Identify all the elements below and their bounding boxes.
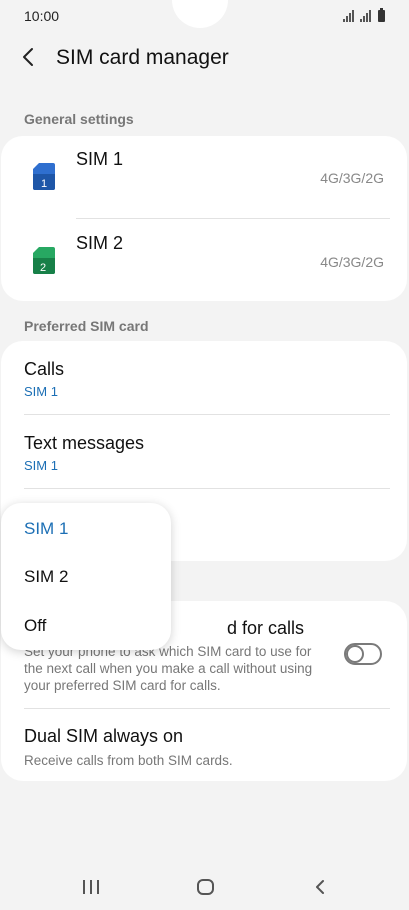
battery-icon — [378, 8, 385, 22]
toggle-knob — [346, 645, 364, 663]
sim-card-1-icon: 1 — [33, 163, 55, 190]
calls-title: Calls — [24, 359, 65, 379]
sim-selection-popup: SIM 1 SIM 2 Off — [1, 503, 171, 650]
signal-icon-2 — [360, 10, 371, 22]
text-messages-value: SIM 1 — [24, 458, 58, 473]
sim-1-network: 4G/3G/2G — [320, 170, 384, 186]
sim-1-name: SIM 1 — [76, 149, 124, 169]
sim-2-name: SIM 2 — [76, 233, 124, 253]
popup-option-sim-2[interactable]: SIM 2 — [1, 552, 171, 601]
calls-value: SIM 1 — [24, 384, 58, 399]
confirm-sim-title: d for calls — [227, 618, 305, 638]
signal-icon — [343, 10, 354, 22]
section-general-label: General settings — [24, 111, 134, 127]
nav-back-button[interactable] — [313, 878, 327, 896]
popup-option-off-label: Off — [24, 616, 47, 635]
recent-apps-button[interactable] — [83, 880, 99, 894]
app-header: SIM card manager — [0, 38, 409, 78]
camera-notch — [172, 0, 228, 28]
confirm-sim-desc-2: the next call when you make a call witho… — [24, 661, 313, 676]
dual-sim-title: Dual SIM always on — [24, 726, 184, 746]
popup-option-sim-2-label: SIM 2 — [24, 567, 69, 586]
page-title: SIM card manager — [56, 46, 229, 69]
sim-2-row[interactable]: 2 SIM 2 4G/3G/2G — [1, 219, 407, 301]
status-icons — [343, 8, 385, 22]
back-chevron-icon — [316, 880, 324, 894]
navigation-bar — [0, 864, 409, 910]
text-messages-row[interactable]: Text messages SIM 1 — [1, 415, 407, 488]
status-time: 10:00 — [24, 8, 60, 24]
popup-option-sim-1-label: SIM 1 — [24, 519, 69, 538]
home-button[interactable] — [197, 879, 214, 895]
sim-2-network: 4G/3G/2G — [320, 254, 384, 270]
sim-card-1-number: 1 — [41, 178, 47, 190]
calls-row[interactable]: Calls SIM 1 — [1, 341, 407, 414]
section-preferred-label: Preferred SIM card — [24, 318, 149, 334]
sim-1-row[interactable]: 1 SIM 1 4G/3G/2G — [1, 136, 407, 218]
dual-sim-always-on-row[interactable]: Dual SIM always on Receive calls from bo… — [1, 709, 407, 781]
status-bar: 10:00 — [0, 0, 409, 32]
confirm-sim-toggle[interactable] — [344, 643, 382, 665]
popup-option-sim-1[interactable]: SIM 1 — [1, 503, 171, 552]
sim-card-2-icon: 2 — [33, 247, 55, 274]
confirm-sim-desc-3: your preferred SIM card for calls. — [24, 678, 221, 693]
text-messages-title: Text messages — [24, 433, 145, 453]
dual-sim-desc: Receive calls from both SIM cards. — [24, 753, 233, 768]
general-card: 1 SIM 1 4G/3G/2G 2 SIM 2 4G/3G/2G — [1, 136, 407, 301]
popup-option-off[interactable]: Off — [1, 601, 171, 650]
recent-apps-icon — [83, 880, 85, 894]
sim-card-2-number: 2 — [40, 262, 46, 274]
back-button[interactable] — [16, 44, 42, 70]
chevron-left-icon — [23, 48, 33, 66]
